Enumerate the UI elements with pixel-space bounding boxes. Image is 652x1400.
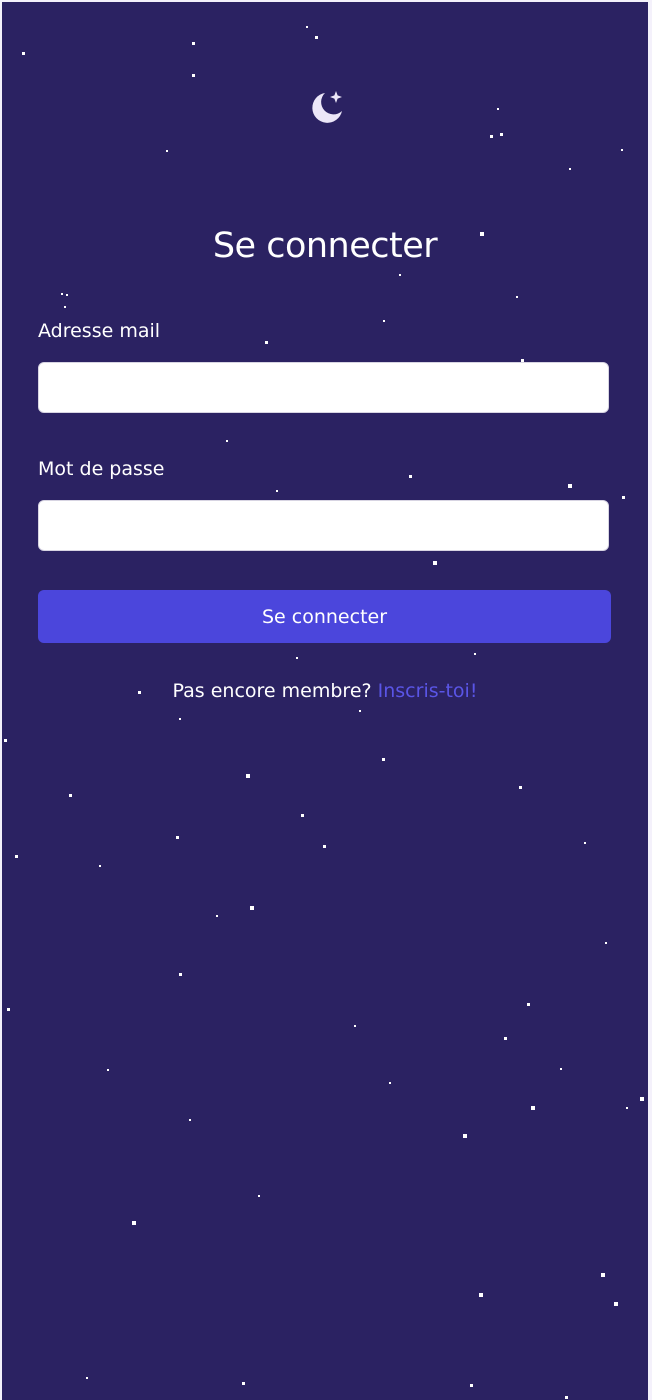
star	[565, 1396, 568, 1399]
star	[86, 1377, 88, 1379]
star	[15, 855, 18, 858]
star	[296, 657, 298, 659]
star	[626, 1107, 628, 1109]
star	[601, 1273, 605, 1277]
star	[99, 865, 101, 867]
star	[4, 739, 7, 742]
star	[614, 1302, 618, 1306]
star	[359, 710, 361, 712]
star	[389, 1082, 391, 1084]
star	[504, 1037, 507, 1040]
star	[323, 845, 326, 848]
password-field[interactable]	[38, 500, 609, 551]
star	[531, 1106, 535, 1110]
star	[306, 26, 308, 28]
star	[409, 475, 412, 478]
star	[179, 973, 182, 976]
star	[216, 915, 218, 917]
page-title: Se connecter	[212, 226, 438, 267]
email-field[interactable]	[38, 362, 609, 413]
signup-prompt: Pas encore membre? Inscris-toi!	[2, 680, 648, 702]
star	[132, 1221, 136, 1225]
star	[519, 786, 522, 789]
signup-link[interactable]: Inscris-toi!	[378, 680, 478, 702]
star	[490, 135, 493, 138]
star	[470, 1384, 473, 1387]
star	[354, 1025, 356, 1027]
star	[192, 74, 195, 77]
star	[640, 1097, 644, 1101]
star	[621, 149, 623, 151]
password-label: Mot de passe	[38, 458, 165, 480]
star	[497, 108, 499, 110]
star	[433, 561, 437, 565]
star	[226, 440, 228, 442]
star	[66, 294, 68, 296]
login-button[interactable]: Se connecter	[38, 590, 611, 643]
star	[258, 1195, 260, 1197]
star	[569, 168, 571, 170]
star	[382, 758, 385, 761]
moon-star-icon	[312, 91, 342, 123]
star	[622, 496, 625, 499]
star	[463, 1134, 467, 1138]
star	[500, 133, 503, 136]
star	[301, 814, 304, 817]
star	[61, 293, 63, 295]
star	[516, 296, 518, 298]
star	[568, 484, 572, 488]
star	[265, 341, 268, 344]
star	[399, 274, 401, 276]
star	[584, 842, 586, 844]
star	[189, 1119, 191, 1121]
star	[242, 1382, 245, 1385]
star	[605, 942, 607, 944]
star	[474, 653, 476, 655]
star	[166, 150, 168, 152]
signup-prompt-text: Pas encore membre?	[172, 680, 372, 702]
star	[527, 1003, 530, 1006]
star	[64, 306, 66, 308]
star	[176, 836, 179, 839]
star	[250, 906, 254, 910]
login-screen: Se connecter Adresse mail Mot de passe S…	[2, 2, 648, 1400]
star	[246, 774, 250, 778]
star	[179, 718, 181, 720]
star	[560, 1068, 562, 1070]
star	[479, 1293, 483, 1297]
star	[107, 1069, 109, 1071]
star	[383, 320, 385, 322]
star	[315, 36, 318, 39]
star	[22, 52, 25, 55]
email-label: Adresse mail	[38, 320, 161, 342]
star	[69, 794, 72, 797]
star	[276, 490, 278, 492]
star	[7, 1008, 10, 1011]
star	[192, 42, 195, 45]
